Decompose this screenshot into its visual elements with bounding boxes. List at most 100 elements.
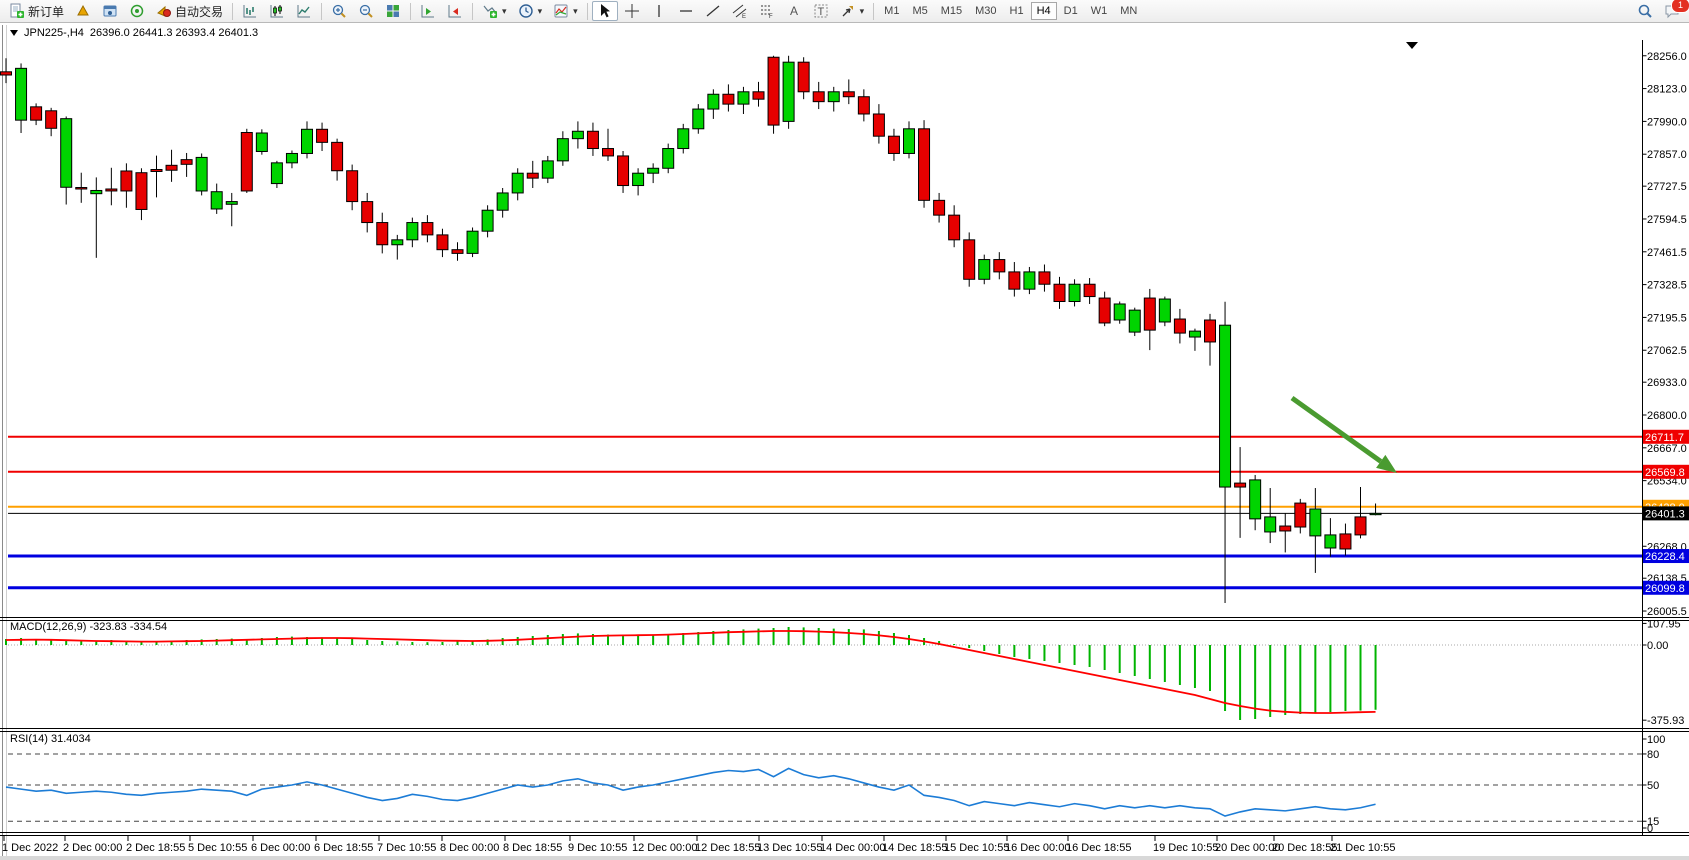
search-button[interactable] <box>1632 1 1658 21</box>
price-badge-label: 26401.3 <box>1645 508 1685 520</box>
candle-body <box>1129 310 1140 332</box>
notifications-button[interactable]: 1 <box>1659 1 1685 21</box>
navigator-button[interactable] <box>124 1 150 21</box>
timeframe-mn-button[interactable]: MN <box>1114 2 1143 20</box>
price-tick-label: 27594.5 <box>1647 214 1687 226</box>
candle-body <box>1039 272 1050 284</box>
candle-body <box>1280 526 1291 531</box>
trendline-icon <box>705 3 721 19</box>
candle-body <box>768 57 779 125</box>
arrows-icon <box>840 3 856 19</box>
candle-body <box>106 189 117 191</box>
zoom-in-button[interactable] <box>326 1 352 21</box>
new-order-icon <box>9 3 25 19</box>
collapse-triangle-icon <box>10 30 18 36</box>
time-axis-label: 15 Dec 10:55 <box>944 842 1009 854</box>
candle-body <box>1189 331 1200 337</box>
svg-text:A: A <box>790 4 798 18</box>
text-label-button[interactable]: T <box>808 1 834 21</box>
new-order-button[interactable]: 新订单 <box>4 1 69 21</box>
equidistant-channel-button[interactable]: E <box>727 1 753 21</box>
candle-body <box>858 97 869 114</box>
time-axis-label: 16 Dec 18:55 <box>1066 842 1131 854</box>
timeframe-h4-button[interactable]: H4 <box>1031 2 1057 20</box>
vertical-line-button[interactable] <box>646 1 672 21</box>
auto-trading-label: 自动交易 <box>175 3 223 20</box>
line-chart-button[interactable] <box>291 1 317 21</box>
navigator-icon <box>129 3 145 19</box>
candle-body <box>151 170 162 172</box>
bar-chart-button[interactable] <box>237 1 263 21</box>
tile-windows-button[interactable] <box>380 1 406 21</box>
notification-badge: 1 <box>1671 0 1689 13</box>
templates-icon <box>553 3 569 19</box>
line-chart-icon <box>296 3 312 19</box>
rsi-value: 31.4034 <box>51 733 91 745</box>
candle-body <box>211 192 222 209</box>
candle-body <box>286 153 297 162</box>
timeframe-m1-button[interactable]: M1 <box>878 2 905 20</box>
rsi-axis-label: 0 <box>1647 823 1653 835</box>
price-badge-label: 26099.8 <box>1645 583 1685 595</box>
candle-body <box>1 72 12 75</box>
candle-body <box>783 62 794 121</box>
candle-body <box>1144 298 1155 330</box>
chart-shift-marker[interactable] <box>1406 42 1418 49</box>
text-icon: A <box>786 3 802 19</box>
fibonacci-icon: F <box>759 3 775 19</box>
trendline-button[interactable] <box>700 1 726 21</box>
candle-body <box>61 119 72 188</box>
rsi-axis-label: 80 <box>1647 749 1659 761</box>
auto-scroll-icon <box>420 3 436 19</box>
price-tick-label: 27727.5 <box>1647 181 1687 193</box>
bar-chart-icon <box>242 3 258 19</box>
candle-body <box>497 193 508 210</box>
cursor-button[interactable] <box>592 1 618 21</box>
time-axis-label: 21 Dec 10:55 <box>1330 842 1395 854</box>
indicators-button[interactable]: ▾ <box>477 1 512 21</box>
timeframe-w1-button[interactable]: W1 <box>1085 2 1114 20</box>
timeframe-m5-button[interactable]: M5 <box>906 2 933 20</box>
toolbar: 新订单 自动交易 ▾ ▾ <box>0 0 1689 23</box>
auto-trading-button[interactable]: 自动交易 <box>151 1 228 21</box>
trend-arrow[interactable] <box>1292 398 1381 461</box>
price-tick-label: 27857.0 <box>1647 149 1687 161</box>
zoom-out-button[interactable] <box>353 1 379 21</box>
chart-title-bar[interactable]: JPN225-,H4 26396.0 26441.3 26393.4 26401… <box>10 27 258 39</box>
price-tick-label: 26005.5 <box>1647 606 1687 618</box>
candle-body <box>572 131 583 138</box>
chart-shift-button[interactable] <box>442 1 468 21</box>
chart-symbol-period: JPN225-,H4 <box>24 27 84 39</box>
data-window-button[interactable] <box>97 1 123 21</box>
arrows-button[interactable]: ▾ <box>835 1 870 21</box>
timeframe-m15-button[interactable]: M15 <box>935 2 968 20</box>
templates-button[interactable]: ▾ <box>548 1 583 21</box>
timeframe-m30-button[interactable]: M30 <box>969 2 1002 20</box>
candle-body <box>271 163 282 184</box>
data-window-icon <box>102 3 118 19</box>
candle-body <box>1340 534 1351 549</box>
candle-body <box>723 94 734 104</box>
fibonacci-button[interactable]: F <box>754 1 780 21</box>
horizontal-line-icon <box>678 3 694 19</box>
market-watch-icon <box>75 3 91 19</box>
price-badge-label: 26228.4 <box>1645 551 1685 563</box>
toolbar-separator <box>472 3 473 20</box>
crosshair-button[interactable] <box>619 1 645 21</box>
timeframe-d1-button[interactable]: D1 <box>1058 2 1084 20</box>
svg-text:E: E <box>742 14 746 19</box>
periods-button[interactable]: ▾ <box>513 1 548 21</box>
candle-body <box>557 139 568 161</box>
candle-body <box>648 168 659 173</box>
auto-scroll-button[interactable] <box>415 1 441 21</box>
candlestick-chart-button[interactable] <box>264 1 290 21</box>
horizontal-line-button[interactable] <box>673 1 699 21</box>
timeframe-h1-button[interactable]: H1 <box>1004 2 1030 20</box>
candle-body <box>1205 320 1216 342</box>
candle-body <box>317 129 328 142</box>
candle-body <box>16 68 27 120</box>
chart-canvas[interactable]: 28256.028123.027990.027857.027727.527594… <box>0 0 1689 860</box>
market-watch-button[interactable] <box>70 1 96 21</box>
text-button[interactable]: A <box>781 1 807 21</box>
rsi-axis-label: 50 <box>1647 780 1659 792</box>
